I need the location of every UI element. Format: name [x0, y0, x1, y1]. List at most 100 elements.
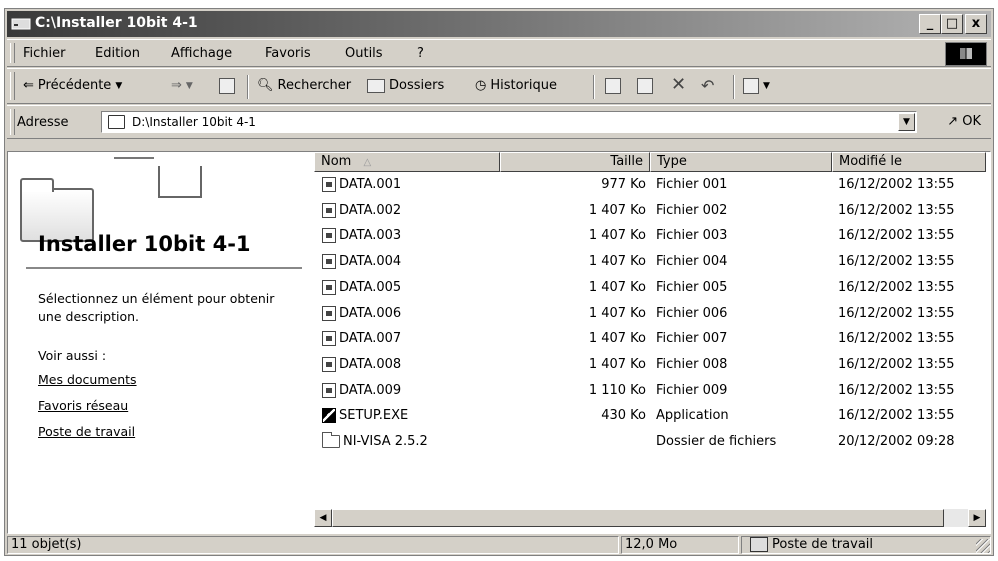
menu-help[interactable]: ?	[417, 46, 424, 61]
go-label: OK	[962, 114, 981, 129]
minimize-button[interactable]: _	[919, 14, 941, 34]
menu-outils[interactable]: Outils	[345, 46, 383, 61]
history-button[interactable]: ◷ Historique	[475, 78, 557, 93]
resize-grip[interactable]	[976, 539, 990, 553]
file-size: 1 110 Ko	[588, 382, 646, 398]
windows-logo-icon	[945, 42, 987, 66]
file-type: Dossier de fichiers	[656, 434, 777, 449]
forward-button[interactable]: ⇒ ▼	[171, 78, 193, 93]
views-button[interactable]: ▼	[743, 78, 770, 94]
file-row[interactable]: DATA.002 1 407 Ko Fichier 002 16/12/2002 13…	[314, 200, 986, 226]
file-row[interactable]: DATA.001 977 Ko Fichier 001 16/12/2002 13:5…	[314, 174, 986, 200]
go-button[interactable]: ↗ OK	[947, 114, 981, 129]
copy-to-button[interactable]	[637, 78, 653, 94]
folder-icon	[322, 432, 340, 448]
folders-icon	[367, 78, 385, 93]
menu-affichage[interactable]: Affichage	[171, 46, 232, 61]
file-name: DATA.001	[322, 177, 401, 192]
move-to-button[interactable]	[605, 78, 621, 94]
menu-grip	[10, 43, 15, 63]
menu-edition[interactable]: Edition	[95, 46, 140, 61]
title-bar[interactable]: C:\Installer 10bit 4-1 _ □ x	[7, 11, 991, 37]
file-name: SETUP.EXE	[322, 408, 408, 424]
window-title: C:\Installer 10bit 4-1	[35, 15, 198, 31]
status-size: 12,0 Mo	[621, 536, 739, 554]
column-header-name[interactable]: Nom △	[314, 152, 500, 172]
address-input[interactable]: D:\Installer 10bit 4-1 ▼	[101, 111, 917, 133]
file-type: Fichier 001	[656, 177, 728, 192]
sort-ascending-icon: △	[363, 157, 372, 168]
search-label: Rechercher	[277, 78, 352, 93]
file-name: DATA.004	[322, 254, 402, 270]
copy-to-icon	[637, 78, 653, 94]
forward-dropdown-icon: ▼	[185, 80, 193, 91]
up-folder-button[interactable]	[219, 78, 235, 94]
file-row[interactable]: DATA.007 1 407 Ko Fichier 007 16/12/2002 13…	[314, 328, 986, 354]
file-row[interactable]: DATA.009 1 110 Ko Fichier 009 16/12/2002 13…	[314, 380, 986, 406]
folders-button[interactable]: Dossiers	[367, 78, 444, 93]
file-name-label: DATA.008	[339, 356, 402, 372]
see-also-label: Voir aussi :	[38, 348, 107, 363]
file-modified: 16/12/2002 13:55	[838, 331, 955, 347]
data-file-icon	[322, 279, 336, 295]
up-folder-icon	[219, 78, 235, 94]
menu-favoris[interactable]: Favoris	[265, 46, 311, 61]
scroll-left-button[interactable]: ◀	[314, 509, 332, 527]
toolbar-grip	[10, 72, 15, 100]
file-type: Fichier 009	[656, 382, 728, 398]
toolbar-separator	[593, 75, 595, 99]
setup-exe-icon	[322, 408, 336, 424]
file-row[interactable]: DATA.006 1 407 Ko Fichier 006 16/12/2002 13…	[314, 303, 986, 329]
search-button[interactable]: 🔍︎ Rechercher	[257, 78, 351, 93]
horizontal-scrollbar[interactable]: ◀ ▶	[314, 509, 986, 527]
go-arrow-icon: ↗	[947, 114, 959, 129]
link-mes-documents[interactable]: Mes documents	[38, 372, 137, 387]
delete-icon: ✕	[671, 74, 687, 95]
file-row[interactable]: NI-VISA 2.5.2 Dossier de fichiers 20/12/20…	[314, 431, 986, 457]
link-favoris-reseau[interactable]: Favoris réseau	[38, 398, 128, 413]
scroll-right-button[interactable]: ▶	[968, 509, 986, 527]
menu-fichier[interactable]: Fichier	[23, 46, 66, 61]
file-type: Application	[656, 408, 729, 424]
data-file-icon	[322, 305, 336, 321]
file-type: Fichier 004	[656, 254, 728, 270]
undo-button[interactable]: ↶	[701, 76, 714, 95]
back-label: Précédente	[37, 78, 112, 93]
toolbar-separator	[733, 75, 735, 99]
search-icon: 🔍︎	[257, 78, 274, 93]
file-name: DATA.006	[322, 305, 401, 321]
title-divider	[26, 267, 302, 269]
column-header-type[interactable]: Type	[650, 152, 832, 172]
explorer-window: C:\Installer 10bit 4-1 _ □ x Fichier Edi…	[4, 8, 994, 556]
file-row[interactable]: DATA.008 1 407 Ko Fichier 008 16/12/2002 13…	[314, 354, 986, 380]
file-row[interactable]: SETUP.EXE 430 Ko Application 16/12/2002 13:…	[314, 405, 986, 431]
back-button[interactable]: ⇐ Précédente ▼	[23, 78, 122, 93]
status-zone-label: Poste de travail	[772, 537, 874, 552]
move-to-icon	[605, 78, 621, 94]
file-name: DATA.008	[322, 356, 402, 372]
file-row[interactable]: DATA.005 1 407 Ko Fichier 005 16/12/2002 13…	[314, 277, 986, 303]
toolbar-separator	[247, 75, 249, 99]
file-size: 1 407 Ko	[588, 228, 646, 244]
column-header-size[interactable]: Taille	[500, 152, 650, 172]
file-modified: 16/12/2002 13:55	[838, 382, 955, 398]
close-button[interactable]: x	[965, 14, 987, 34]
file-modified: 20/12/2002 09:28	[838, 434, 955, 449]
maximize-button[interactable]: □	[941, 14, 963, 34]
address-dropdown-button[interactable]: ▼	[898, 113, 915, 131]
file-size: 1 407 Ko	[588, 331, 646, 347]
status-object-count: 11 objet(s)	[7, 536, 619, 554]
column-header-modified[interactable]: Modifié le	[832, 152, 986, 172]
file-name-label: DATA.005	[339, 279, 402, 295]
delete-button[interactable]: ✕	[671, 74, 686, 95]
folder-icon	[108, 115, 125, 129]
banner-decoration	[158, 166, 202, 198]
scroll-thumb[interactable]	[332, 509, 944, 527]
file-name-label: DATA.003	[339, 228, 402, 244]
file-row[interactable]: DATA.003 1 407 Ko Fichier 003 16/12/2002 13…	[314, 225, 986, 251]
file-size: 430 Ko	[601, 408, 646, 424]
file-row[interactable]: DATA.004 1 407 Ko Fichier 004 16/12/2002 13…	[314, 251, 986, 277]
file-type: Fichier 007	[656, 331, 728, 347]
link-poste-de-travail[interactable]: Poste de travail	[38, 424, 135, 439]
file-name-label: DATA.004	[339, 254, 402, 270]
